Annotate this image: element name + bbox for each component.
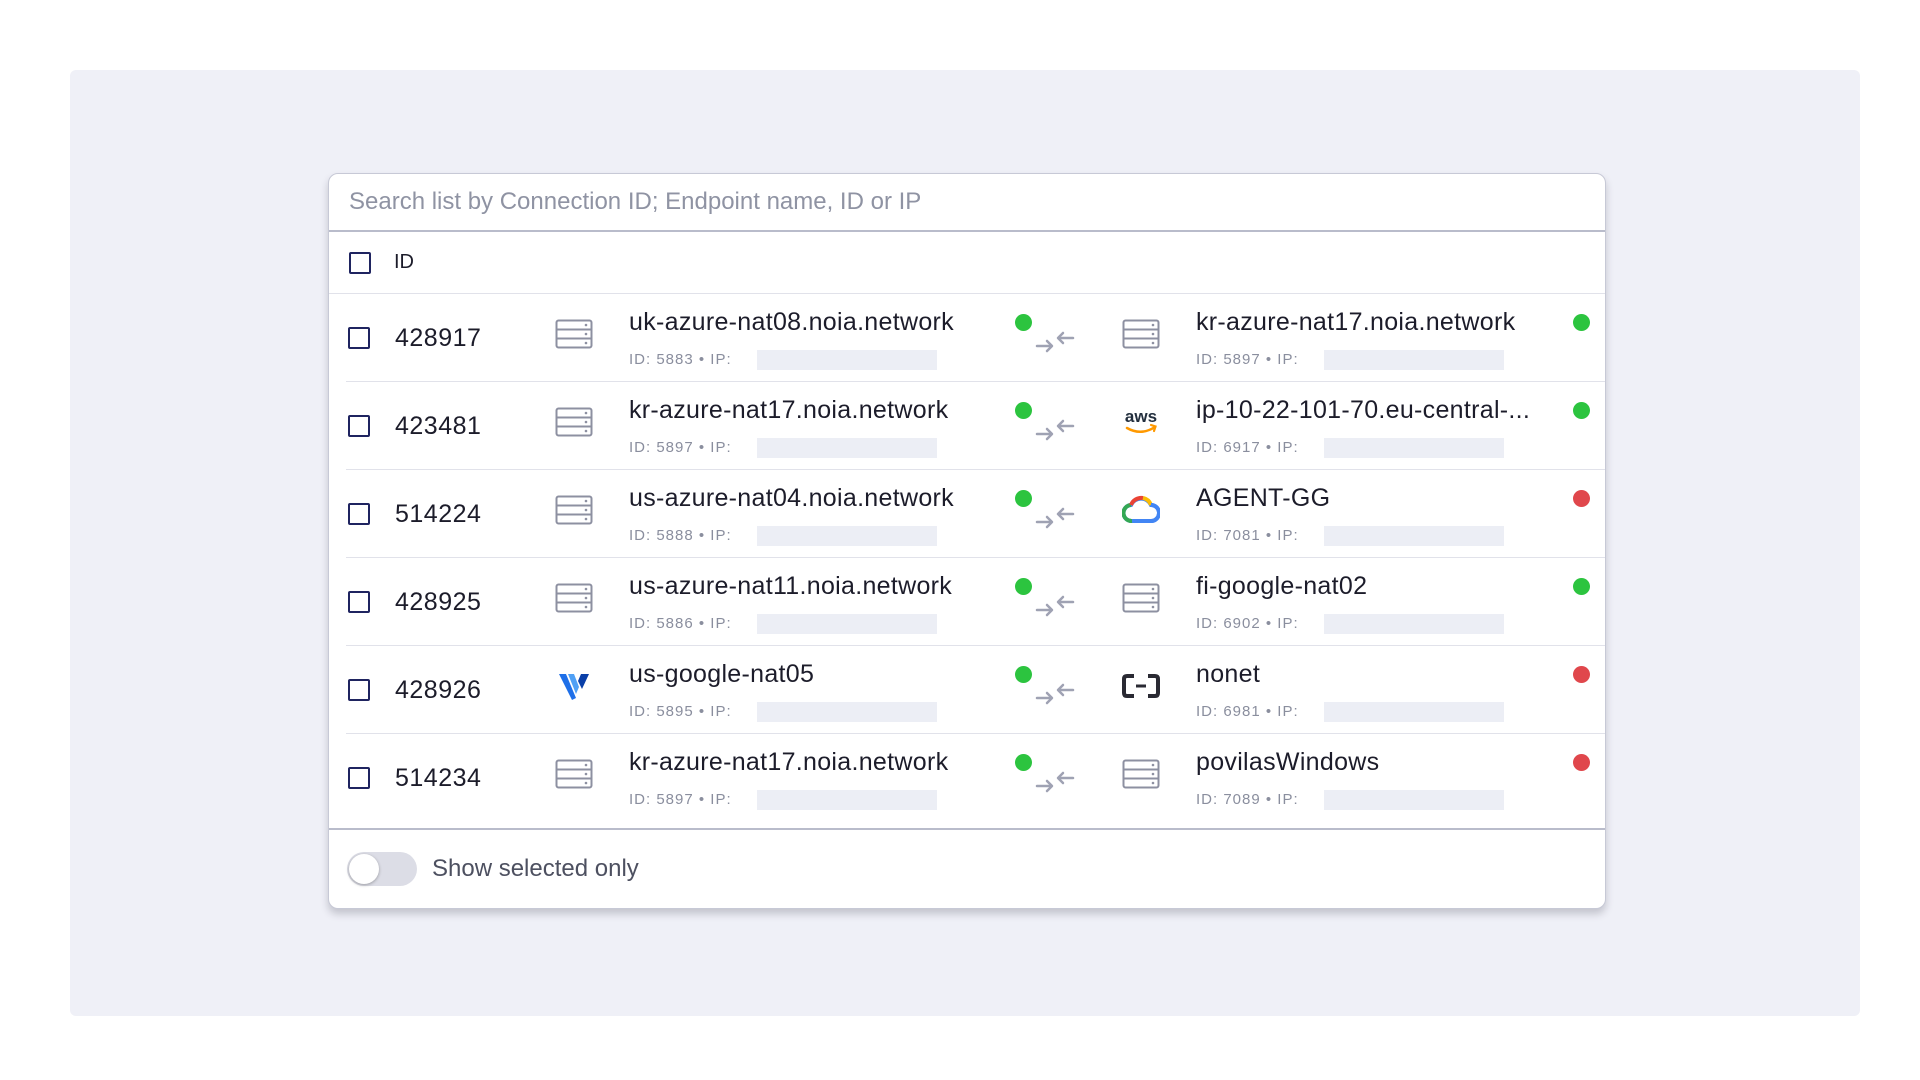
source-endpoint-meta: ID: 5897 • IP:	[629, 439, 732, 456]
target-endpoint-meta: ID: 7089 • IP:	[1196, 791, 1299, 808]
server-icon	[554, 490, 594, 530]
connection-id: 514224	[395, 499, 482, 528]
alibaba-cloud-icon	[1121, 666, 1161, 706]
target-endpoint-meta: ID: 6981 • IP:	[1196, 703, 1299, 720]
ip-redaction-bar	[1324, 790, 1504, 810]
status-dot-online	[1573, 402, 1590, 419]
ip-redaction-bar	[1324, 526, 1504, 546]
toggle-knob	[349, 854, 379, 884]
status-dot-offline	[1573, 754, 1590, 771]
row-checkbox[interactable]	[348, 679, 370, 701]
row-checkbox[interactable]	[348, 415, 370, 437]
ip-redaction-bar	[757, 350, 937, 370]
source-endpoint-name: us-azure-nat11.noia.network	[629, 572, 953, 600]
connection-id: 423481	[395, 411, 482, 440]
ip-redaction-bar	[1324, 614, 1504, 634]
connection-arrows-icon	[1035, 766, 1075, 796]
status-dot-offline	[1573, 490, 1590, 507]
target-endpoint-name: nonet	[1196, 660, 1261, 688]
target-endpoint-meta: ID: 5897 • IP:	[1196, 351, 1299, 368]
table-row[interactable]: 428917 uk-azure-nat08.noia.network ID: 5…	[329, 294, 1605, 382]
google-cloud-icon	[1121, 490, 1161, 530]
table-row[interactable]: 428926 us-google-nat05 ID: 5895 • IP: no…	[329, 646, 1605, 734]
aws-icon: aws	[1121, 402, 1161, 442]
select-all-checkbox[interactable]	[349, 251, 371, 274]
target-endpoint-name: kr-azure-nat17.noia.network	[1196, 308, 1516, 336]
connections-panel: ID 428917 uk-azure-nat08.noia.network ID…	[328, 173, 1606, 909]
status-dot-online	[1015, 402, 1032, 419]
target-endpoint-meta: ID: 7081 • IP:	[1196, 527, 1299, 544]
source-endpoint-meta: ID: 5883 • IP:	[629, 351, 732, 368]
ip-redaction-bar	[1324, 702, 1504, 722]
table-row[interactable]: 514224 us-azure-nat04.noia.network ID: 5…	[329, 470, 1605, 558]
source-endpoint-name: uk-azure-nat08.noia.network	[629, 308, 954, 336]
connection-id: 514234	[395, 763, 482, 792]
connection-id: 428926	[395, 675, 482, 704]
status-dot-online	[1573, 314, 1590, 331]
show-selected-only-label: Show selected only	[432, 855, 639, 882]
connection-arrows-icon	[1035, 502, 1075, 532]
source-endpoint-name: kr-azure-nat17.noia.network	[629, 748, 949, 776]
target-endpoint-name: AGENT-GG	[1196, 484, 1331, 512]
server-icon	[1121, 754, 1161, 794]
row-checkbox[interactable]	[348, 327, 370, 349]
search-input[interactable]	[347, 174, 1605, 231]
status-dot-online	[1015, 666, 1032, 683]
table-row[interactable]: 423481 kr-azure-nat17.noia.network ID: 5…	[329, 382, 1605, 470]
source-endpoint-meta: ID: 5897 • IP:	[629, 791, 732, 808]
aws-logo-text: aws	[1125, 407, 1157, 426]
ip-redaction-bar	[757, 702, 937, 722]
connection-id: 428917	[395, 323, 482, 352]
status-dot-offline	[1573, 666, 1590, 683]
server-icon	[1121, 578, 1161, 618]
source-endpoint-meta: ID: 5895 • IP:	[629, 703, 732, 720]
id-column-header: ID	[394, 251, 414, 273]
table-row[interactable]: 514234 kr-azure-nat17.noia.network ID: 5…	[329, 734, 1605, 822]
ip-redaction-bar	[757, 614, 937, 634]
connection-arrows-icon	[1035, 414, 1075, 444]
source-endpoint-meta: ID: 5886 • IP:	[629, 615, 732, 632]
status-dot-online	[1015, 578, 1032, 595]
connection-arrows-icon	[1035, 678, 1075, 708]
footer: Show selected only	[329, 828, 1605, 908]
target-endpoint-meta: ID: 6917 • IP:	[1196, 439, 1299, 456]
table-header: ID	[329, 232, 1605, 294]
source-endpoint-name: kr-azure-nat17.noia.network	[629, 396, 949, 424]
connection-arrows-icon	[1035, 326, 1075, 356]
show-selected-only-toggle[interactable]	[347, 852, 417, 886]
ip-redaction-bar	[757, 526, 937, 546]
target-endpoint-meta: ID: 6902 • IP:	[1196, 615, 1299, 632]
vultr-icon	[554, 666, 594, 706]
ip-redaction-bar	[757, 438, 937, 458]
server-icon	[554, 578, 594, 618]
server-icon	[554, 402, 594, 442]
source-endpoint-name: us-google-nat05	[629, 660, 815, 688]
target-endpoint-name: fi-google-nat02	[1196, 572, 1368, 600]
connection-id: 428925	[395, 587, 482, 616]
table-row[interactable]: 428925 us-azure-nat11.noia.network ID: 5…	[329, 558, 1605, 646]
target-endpoint-name: povilasWindows	[1196, 748, 1380, 776]
status-dot-online	[1573, 578, 1590, 595]
source-endpoint-name: us-azure-nat04.noia.network	[629, 484, 954, 512]
row-checkbox[interactable]	[348, 591, 370, 613]
server-icon	[554, 754, 594, 794]
ip-redaction-bar	[1324, 438, 1504, 458]
server-icon	[554, 314, 594, 354]
ip-redaction-bar	[757, 790, 937, 810]
row-checkbox[interactable]	[348, 503, 370, 525]
search-bar	[329, 174, 1605, 232]
row-checkbox[interactable]	[348, 767, 370, 789]
connection-arrows-icon	[1035, 590, 1075, 620]
status-dot-online	[1015, 754, 1032, 771]
connection-list: 428917 uk-azure-nat08.noia.network ID: 5…	[329, 294, 1605, 822]
status-dot-online	[1015, 314, 1032, 331]
target-endpoint-name: ip-10-22-101-70.eu-central-...	[1196, 396, 1531, 424]
source-endpoint-meta: ID: 5888 • IP:	[629, 527, 732, 544]
ip-redaction-bar	[1324, 350, 1504, 370]
status-dot-online	[1015, 490, 1032, 507]
server-icon	[1121, 314, 1161, 354]
